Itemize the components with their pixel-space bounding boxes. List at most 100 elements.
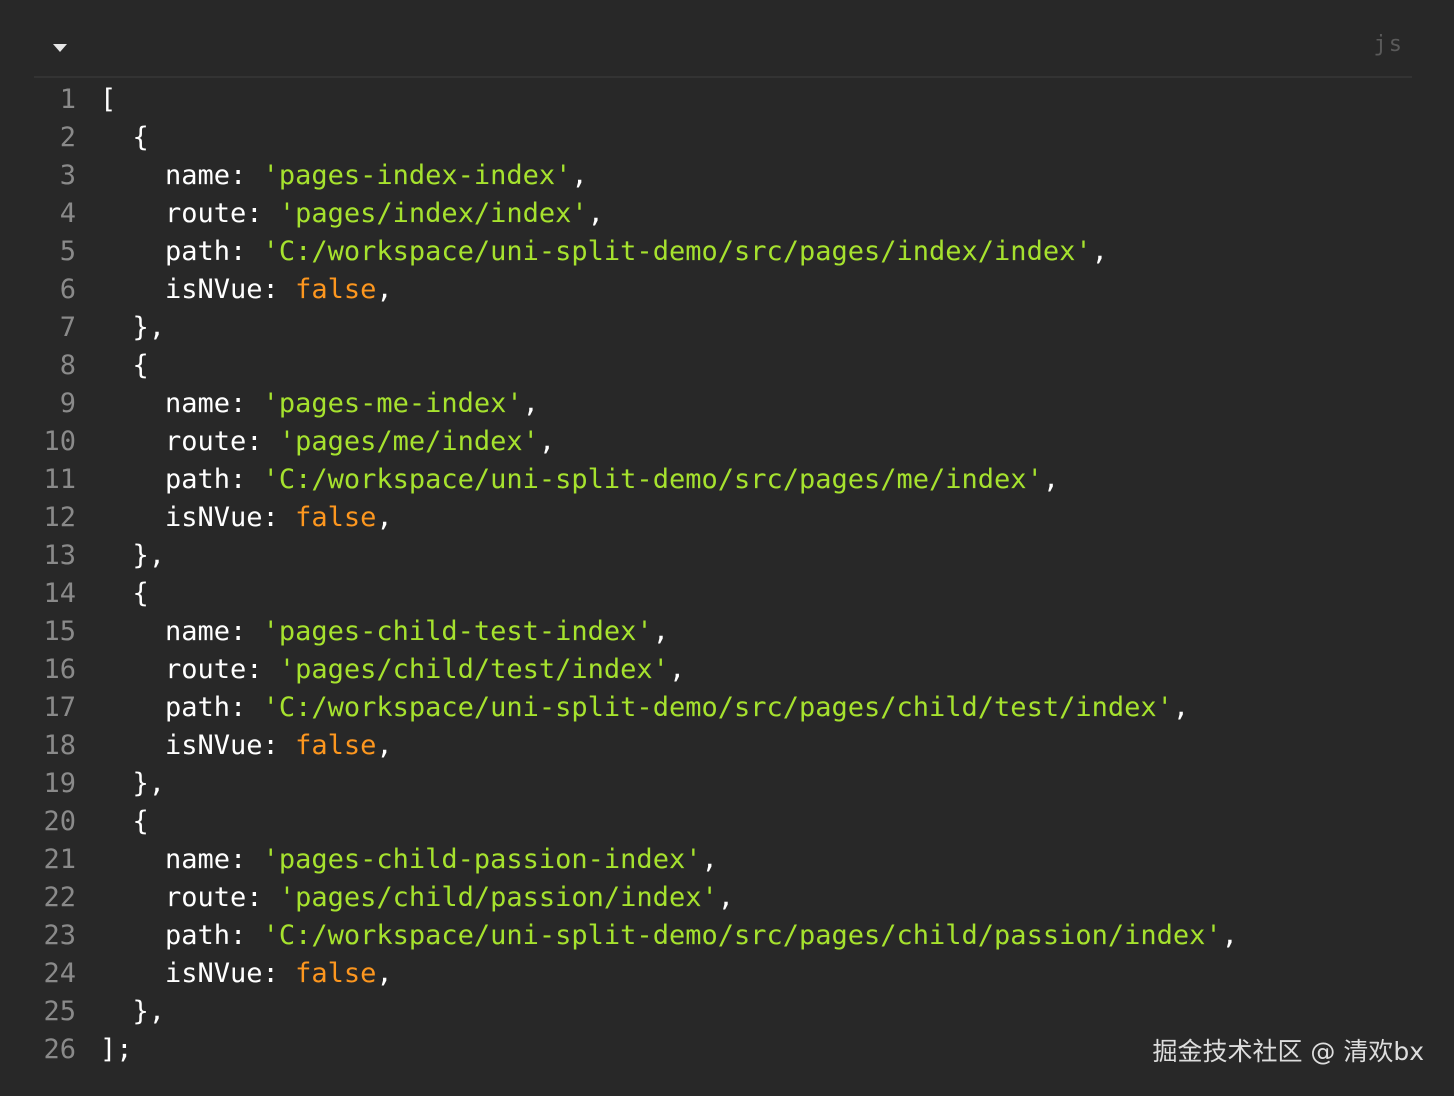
code-token: name: [100,616,263,647]
string-token: 'C:/workspace/uni-split-demo/src/pages/c… [262,692,1173,723]
code-line: 12 isNVue: false, [0,499,1454,537]
code-line: 24 isNVue: false, [0,955,1454,993]
line-number: 7 [59,312,76,343]
code-text: name: 'pages-child-passion-index', [76,841,718,879]
line-number: 1 [59,84,76,115]
code-line: 19 }, [0,765,1454,803]
code-line: 7 }, [0,309,1454,347]
code-token: name: [100,844,263,875]
code-line: 13 }, [0,537,1454,575]
language-label: js [1373,32,1404,57]
code-text: { [76,803,149,841]
line-number: 6 [59,274,76,305]
line-number: 11 [43,464,76,495]
code-token: , [1091,236,1108,267]
code-text: }, [76,309,166,347]
string-token: 'pages/me/index' [278,426,539,457]
code-line: 17 path: 'C:/workspace/uni-split-demo/sr… [0,689,1454,727]
code-token: }, [100,768,166,799]
code-line: 21 name: 'pages-child-passion-index', [0,841,1454,879]
code-line: 22 route: 'pages/child/passion/index', [0,879,1454,917]
code-token: { [100,122,149,153]
code-token: , [538,426,556,457]
line-number: 26 [43,1034,76,1065]
line-number: 18 [43,730,76,761]
line-number: 16 [43,654,76,685]
code-line: 11 path: 'C:/workspace/uni-split-demo/sr… [0,461,1454,499]
line-number: 17 [43,692,76,723]
string-token: 'C:/workspace/uni-split-demo/src/pages/m… [262,464,1043,495]
code-text: path: 'C:/workspace/uni-split-demo/src/p… [76,461,1059,499]
code-token: name: [100,160,263,191]
string-token: 'pages/child/passion/index' [278,882,718,913]
string-token: 'pages/child/test/index' [278,654,669,685]
code-token: isNVue: [100,730,296,761]
code-text: }, [76,537,166,575]
line-number: 8 [59,350,76,381]
code-text: path: 'C:/workspace/uni-split-demo/src/p… [76,689,1189,727]
code-text: route: 'pages/child/passion/index', [76,879,734,917]
line-number: 3 [59,160,76,191]
code-token: , [1172,692,1190,723]
boolean-token: false [295,502,377,533]
line-number: 10 [43,426,76,457]
code-token: , [376,274,393,305]
code-line: 23 path: 'C:/workspace/uni-split-demo/sr… [0,917,1454,955]
code-token: , [376,958,393,989]
line-number: 13 [43,540,76,571]
code-token: isNVue: [100,274,296,305]
code-block[interactable]: 1[2 {3 name: 'pages-index-index', 4 route… [0,81,1454,1069]
code-text: route: 'pages/child/test/index', [76,651,685,689]
code-token: path: [100,236,263,267]
code-text: ]; [76,1031,133,1069]
code-text: name: 'pages-me-index', [76,385,539,423]
line-number: 14 [43,578,76,609]
code-token: , [1042,464,1060,495]
code-line: 3 name: 'pages-index-index', [0,157,1454,195]
code-token: route: [100,426,279,457]
code-text: name: 'pages-child-test-index', [76,613,669,651]
string-token: 'pages/index/index' [278,198,588,229]
watermark: 掘金技术社区 @ 清欢bx [1152,1037,1424,1066]
string-token: 'C:/workspace/uni-split-demo/src/pages/c… [262,920,1222,951]
code-text: { [76,575,149,613]
code-token: ]; [100,1034,133,1065]
string-token: 'pages-child-passion-index' [262,844,702,875]
code-token: }, [100,540,166,571]
code-text: name: 'pages-index-index', [76,157,588,195]
code-text: path: 'C:/workspace/uni-split-demo/src/p… [76,233,1108,271]
string-token: 'pages-me-index' [262,388,523,419]
boolean-token: false [295,958,377,989]
code-token: , [376,730,393,761]
code-block-header: js [34,18,1412,78]
line-number: 23 [43,920,76,951]
code-token: path: [100,692,263,723]
code-text: isNVue: false, [76,955,393,993]
code-line: 2 { [0,119,1454,157]
line-number: 22 [43,882,76,913]
code-line: 25 }, [0,993,1454,1031]
code-text: { [76,119,149,157]
code-line: 5 path: 'C:/workspace/uni-split-demo/src… [0,233,1454,271]
code-token: { [100,578,149,609]
line-number: 5 [59,236,76,267]
line-number: 15 [43,616,76,647]
code-line: 4 route: 'pages/index/index', [0,195,1454,233]
code-line: 14 { [0,575,1454,613]
code-text: isNVue: false, [76,727,393,765]
code-line: 1[ [0,81,1454,119]
code-token: path: [100,464,263,495]
code-token: isNVue: [100,502,296,533]
code-token: , [668,654,686,685]
code-token: , [717,882,734,913]
code-text: { [76,347,149,385]
code-token: [ [100,84,117,115]
caret-down-icon[interactable] [50,40,70,56]
line-number: 19 [43,768,76,799]
line-number: 4 [59,198,76,229]
code-line: 9 name: 'pages-me-index', [0,385,1454,423]
code-line: 16 route: 'pages/child/test/index', [0,651,1454,689]
code-token: name: [100,388,263,419]
line-number: 9 [59,388,76,419]
code-line: 20 { [0,803,1454,841]
